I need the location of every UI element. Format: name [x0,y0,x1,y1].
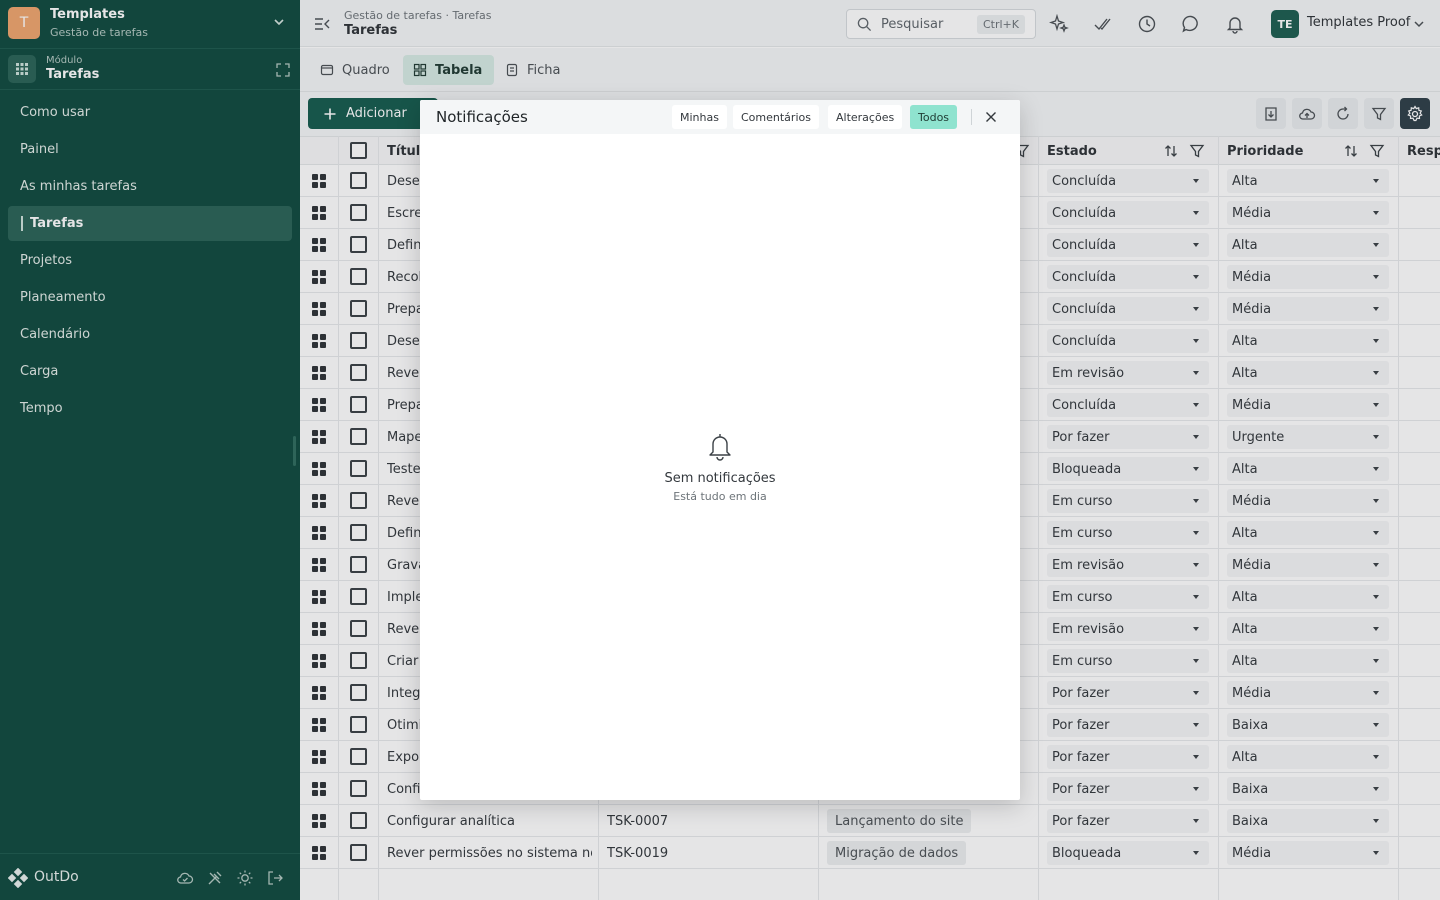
tab-alteracoes[interactable]: Alterações [828,105,903,129]
bell-icon [709,434,731,461]
tab-minhas[interactable]: Minhas [672,105,727,129]
tab-comentarios[interactable]: Comentários [733,105,819,129]
notifications-header: Notificações Minhas Comentários Alteraçõ… [420,100,1020,134]
notifications-title: Notificações [436,108,528,126]
empty-state-subtitle: Está tudo em dia [673,490,767,503]
empty-state-title: Sem notificações [664,471,776,486]
divider [971,109,972,125]
close-icon[interactable] [983,109,999,125]
tab-todos[interactable]: Todos [910,105,958,129]
notifications-panel: Notificações Minhas Comentários Alteraçõ… [420,100,1020,800]
